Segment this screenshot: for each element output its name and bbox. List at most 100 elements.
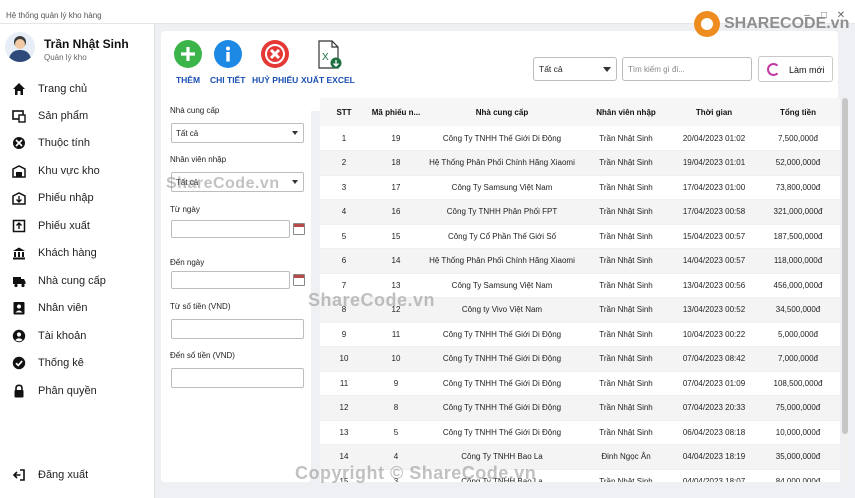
search-filter-select[interactable]: Tất cả xyxy=(533,57,617,81)
table-cell: Trần Nhật Sinh xyxy=(580,273,672,298)
sidebar-item-label: Thuộc tính xyxy=(38,137,90,149)
table-cell: Công Ty Samsung Việt Nam xyxy=(424,175,580,200)
to-date-label: Đến ngày xyxy=(170,258,205,267)
export-receipt-icon xyxy=(12,219,26,233)
table-cell: 4 xyxy=(320,199,368,225)
table-cell: Hệ Thống Phân Phối Chính Hãng Xiaomi xyxy=(424,150,580,176)
column-header[interactable]: Mã phiếu n... xyxy=(368,98,424,126)
column-header[interactable]: Thời gian xyxy=(672,98,756,126)
sidebar: Trần Nhật Sinh Quản lý kho Trang chủ Sản… xyxy=(0,24,155,498)
from-date-input[interactable] xyxy=(171,220,290,238)
table-row[interactable]: 13 5 Công Ty TNHH Thế Giới Di Động Trần Nhậ… xyxy=(320,420,840,445)
table-cell: 15/04/2023 00:57 xyxy=(672,224,756,249)
table-cell: 5,000,000đ xyxy=(756,322,840,347)
table-row[interactable]: 10 10 Công Ty TNHH Thế Giới Di Động Trần Nh… xyxy=(320,346,840,372)
sidebar-item-statistics[interactable]: Thống kê xyxy=(0,350,155,376)
table-cell: 11 xyxy=(320,371,368,396)
table-cell: Công Ty TNHH Thế Giới Di Động xyxy=(424,395,580,421)
column-header[interactable]: Nhà cung cấp xyxy=(424,98,580,126)
table-cell: 6 xyxy=(320,248,368,274)
column-header[interactable]: STT xyxy=(320,98,368,126)
table-row[interactable]: 119Công Ty TNHH Thế Giới Di ĐộngTrần Nhậ… xyxy=(320,126,840,151)
table-cell: 17/04/2023 01:00 xyxy=(672,175,756,200)
table-row[interactable]: 2 18 Hệ Thống Phân Phối Chính Hãng Xiaomi T… xyxy=(320,150,840,176)
supplier-filter-label: Nhà cung cấp xyxy=(170,106,220,115)
sidebar-item-permissions[interactable]: Phân quyền xyxy=(0,378,155,404)
table-cell: 10 xyxy=(320,346,368,372)
table-row[interactable]: 3 17 Công Ty Samsung Việt Nam Trần Nhật Sin… xyxy=(320,175,840,200)
logout-icon xyxy=(12,469,25,481)
sidebar-item-warehouse-area[interactable]: Khu vực kho xyxy=(0,158,155,184)
detail-button[interactable]: CHI TIẾT xyxy=(210,40,245,85)
chevron-down-icon xyxy=(292,180,298,184)
add-icon xyxy=(174,40,202,68)
column-header[interactable]: Nhân viên nhập xyxy=(580,98,672,126)
table-cell: 321,000,000đ xyxy=(756,199,840,225)
refresh-button[interactable]: Làm mới xyxy=(758,56,833,82)
chevron-down-icon xyxy=(603,67,611,72)
cancel-receipt-button[interactable]: HUỶ PHIẾU xyxy=(252,40,298,85)
table-cell: 5 xyxy=(368,420,424,445)
scrollbar-thumb[interactable] xyxy=(842,98,848,434)
table-cell: 14 xyxy=(368,248,424,274)
table-cell: Trần Nhật Sinh xyxy=(580,297,672,323)
table-cell: 07/04/2023 01:09 xyxy=(672,371,756,396)
supplier-filter-value: Tất cả xyxy=(176,129,199,138)
search-input[interactable] xyxy=(622,57,752,81)
to-amount-input[interactable] xyxy=(171,368,304,388)
table-cell: Trần Nhật Sinh xyxy=(580,175,672,200)
logo-text: SHARECODE.vn xyxy=(724,15,850,32)
to-date-input[interactable] xyxy=(171,271,290,289)
sidebar-item-employees[interactable]: Nhân viên xyxy=(0,295,155,321)
from-amount-input[interactable] xyxy=(171,319,304,339)
sidebar-item-products[interactable]: Sản phẩm xyxy=(0,103,155,129)
table-cell: Trần Nhật Sinh xyxy=(580,150,672,176)
table-cell: Công ty Vivo Việt Nam xyxy=(424,297,580,323)
column-header[interactable]: Tổng tiền xyxy=(756,98,840,126)
sidebar-item-attributes[interactable]: Thuộc tính xyxy=(0,130,155,156)
sidebar-item-export-receipt[interactable]: Phiếu xuất xyxy=(0,213,155,239)
table-cell: Trần Nhật Sinh xyxy=(580,371,672,396)
table-cell: 18 xyxy=(368,150,424,176)
table-cell: 10 xyxy=(368,346,424,372)
sidebar-item-label: Phiếu nhập xyxy=(38,192,94,204)
cancel-icon xyxy=(261,40,290,68)
sidebar-item-import-receipt[interactable]: Phiếu nhập xyxy=(0,185,155,211)
sidebar-item-suppliers[interactable]: Nhà cung cấp xyxy=(0,268,155,294)
table-row[interactable]: 4 16 Công Ty TNHH Phân Phối FPT Trần Nhật S… xyxy=(320,199,840,225)
table-cell: 11 xyxy=(368,322,424,347)
supplier-filter-select[interactable]: Tất cả xyxy=(171,123,304,143)
sidebar-item-label: Trang chủ xyxy=(38,83,88,95)
table-cell: 20/04/2023 01:02 xyxy=(672,126,756,151)
sidebar-item-accounts[interactable]: Tài khoản xyxy=(0,323,155,349)
table-cell: 187,500,000đ xyxy=(756,224,840,249)
table-cell: 75,000,000đ xyxy=(756,395,840,421)
table-cell: 456,000,000đ xyxy=(756,273,840,298)
calendar-icon[interactable] xyxy=(293,223,305,235)
table-row[interactable]: 9 11 Công Ty TNHH Thế Giới Di Động Trần Nhậ… xyxy=(320,322,840,347)
table-cell: 9 xyxy=(320,322,368,347)
table-cell: Công Ty TNHH Thế Giới Di Động xyxy=(424,126,580,151)
sidebar-item-home[interactable]: Trang chủ xyxy=(0,76,155,102)
detail-label: CHI TIẾT xyxy=(210,75,246,85)
cancel-receipt-label: HUỶ PHIẾU xyxy=(252,75,299,85)
table-row[interactable]: 119Công Ty TNHH Thế Giới Di ĐộngTrần Nhậ… xyxy=(320,371,840,396)
calendar-icon[interactable] xyxy=(293,274,305,286)
sidebar-item-label: Thống kê xyxy=(38,357,84,369)
logout-button[interactable]: Đăng xuất xyxy=(0,462,155,488)
table-cell: 1 xyxy=(320,126,368,151)
attribute-icon xyxy=(13,137,25,149)
copyright-watermark: Copyright © ShareCode.vn xyxy=(295,463,537,483)
table-cell: 10,000,000đ xyxy=(756,420,840,445)
table-row[interactable]: 6 14 Hệ Thống Phân Phối Chính Hãng Xiaomi T… xyxy=(320,248,840,274)
table-cell: 34,500,000đ xyxy=(756,297,840,323)
sidebar-item-customers[interactable]: Khách hàng xyxy=(0,240,155,266)
table-row[interactable]: 12 8 Công Ty TNHH Thế Giới Di Động Trần Nhậ… xyxy=(320,395,840,421)
export-excel-button[interactable]: X XUẤT EXCEL xyxy=(301,40,355,85)
user-profile: Trần Nhật Sinh Quản lý kho xyxy=(0,24,155,70)
from-date-label: Từ ngày xyxy=(170,205,200,214)
add-button[interactable]: THÊM xyxy=(174,40,202,85)
table-cell: Trần Nhật Sinh xyxy=(580,469,672,482)
table-scrollbar[interactable] xyxy=(842,98,848,482)
table-row[interactable]: 5 15 Công Ty Cổ Phần Thế Giới Số Trần Nhật … xyxy=(320,224,840,249)
